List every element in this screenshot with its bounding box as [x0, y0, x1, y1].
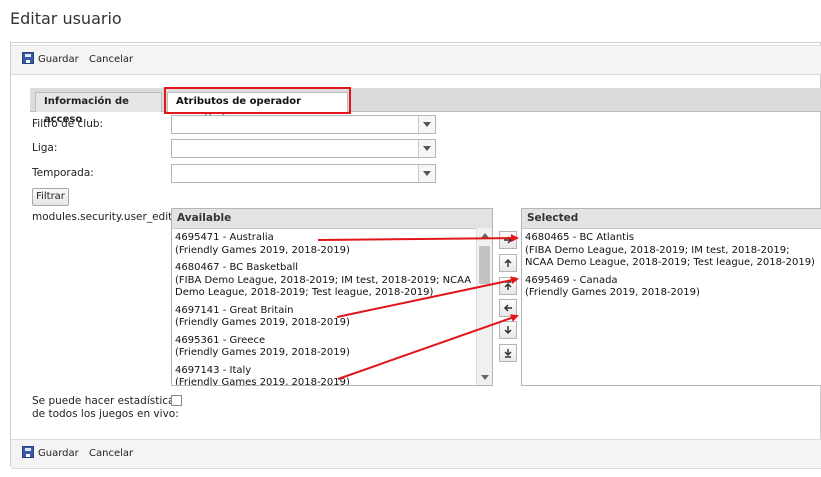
live-stats-label-line1: Se puede hacer estadísticas [32, 395, 180, 407]
bottom-toolbar: Guardar Cancelar [11, 439, 821, 469]
annotation-arrow [336, 276, 519, 318]
annotation-arrow [337, 314, 519, 380]
live-stats-label: Se puede hacer estadísticas de todos los… [32, 395, 180, 421]
save-button[interactable]: Guardar [22, 445, 79, 463]
floppy-disk-icon [22, 446, 34, 458]
annotation-arrow [317, 234, 519, 243]
live-stats-label-line2: de todos los juegos en vivo: [32, 408, 179, 420]
save-button-label: Guardar [38, 448, 79, 459]
cancel-button[interactable]: Cancelar [89, 445, 133, 463]
live-stats-checkbox[interactable] [171, 395, 182, 406]
